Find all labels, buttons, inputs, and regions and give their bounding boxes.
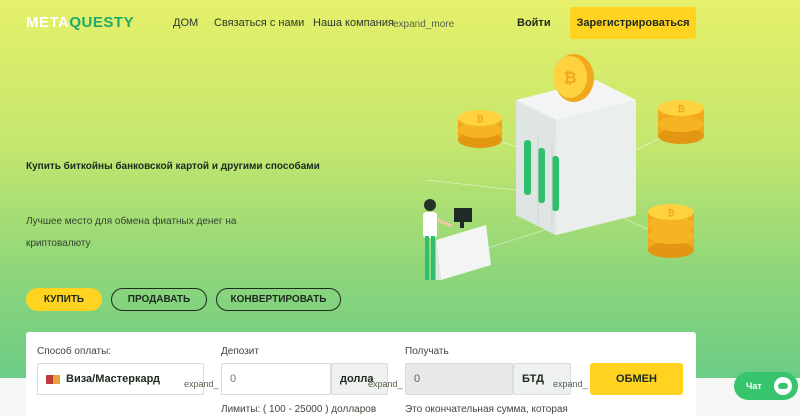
chat-bubble-icon: [774, 377, 792, 395]
nav-link-company[interactable]: Наша компания: [313, 17, 394, 29]
exchange-button[interactable]: ОБМЕН: [590, 363, 683, 395]
payment-method-select[interactable]: Виза/Мастеркард: [37, 363, 204, 395]
tab-sell[interactable]: ПРОДАВАТЬ: [111, 288, 207, 311]
deposit-input[interactable]: [221, 363, 331, 395]
crypto-exchange-illustration: ₿ ₿ ₿ ₿: [423, 54, 704, 280]
chat-button[interactable]: Чат: [734, 372, 798, 400]
svg-text:₿: ₿: [476, 114, 483, 124]
receive-currency-value: БТД: [522, 373, 544, 385]
payment-expand-icon[interactable]: expand_: [184, 379, 219, 389]
login-link[interactable]: Войти: [517, 17, 551, 29]
tab-buy[interactable]: КУПИТЬ: [26, 288, 102, 311]
coin-stack-icon: ₿: [648, 204, 694, 258]
deposit-expand-icon[interactable]: expand_: [368, 379, 403, 389]
receive-amount-field: 0: [405, 363, 513, 395]
deposit-label: Депозит: [221, 346, 259, 357]
receive-amount-value: 0: [414, 373, 421, 385]
expand-more-icon[interactable]: expand_more: [393, 19, 454, 30]
person-at-computer-icon: [423, 199, 491, 280]
credit-card-icon: [46, 374, 60, 384]
nav-link-contact[interactable]: Связаться с нами: [214, 17, 304, 29]
hero-title: Купить биткойны банковской картой и друг…: [26, 161, 320, 172]
hero-subtitle: Лучшее место для обмена фиатных денег на…: [26, 216, 237, 249]
svg-text:₿: ₿: [667, 208, 674, 218]
payment-method-label: Способ оплаты:: [37, 346, 112, 357]
server-block-icon: [516, 80, 636, 235]
final-amount-text: Это окончательная сумма, которая: [405, 404, 568, 415]
logo-main-text: META: [26, 14, 70, 31]
nav-link-home[interactable]: ДОМ: [173, 17, 198, 29]
register-button[interactable]: Зарегистрироваться: [570, 7, 696, 39]
tab-convert[interactable]: КОНВЕРТИРОВАТЬ: [216, 288, 341, 311]
coin-stack-icon: ₿: [458, 110, 502, 148]
receive-label: Получать: [405, 346, 449, 357]
chat-label: Чат: [746, 381, 762, 391]
svg-text:₿: ₿: [563, 69, 576, 87]
logo-accent-text: QUESTY: [69, 14, 135, 31]
payment-method-value: Виза/Мастеркард: [66, 373, 161, 385]
receive-expand-icon[interactable]: expand_: [553, 379, 588, 389]
svg-text:₿: ₿: [677, 104, 684, 114]
logo[interactable]: METAQUESTY: [26, 14, 134, 31]
limits-text: Лимиты: ( 100 - 25000 ) долларов: [221, 404, 377, 415]
coin-stack-icon: ₿: [658, 100, 704, 144]
